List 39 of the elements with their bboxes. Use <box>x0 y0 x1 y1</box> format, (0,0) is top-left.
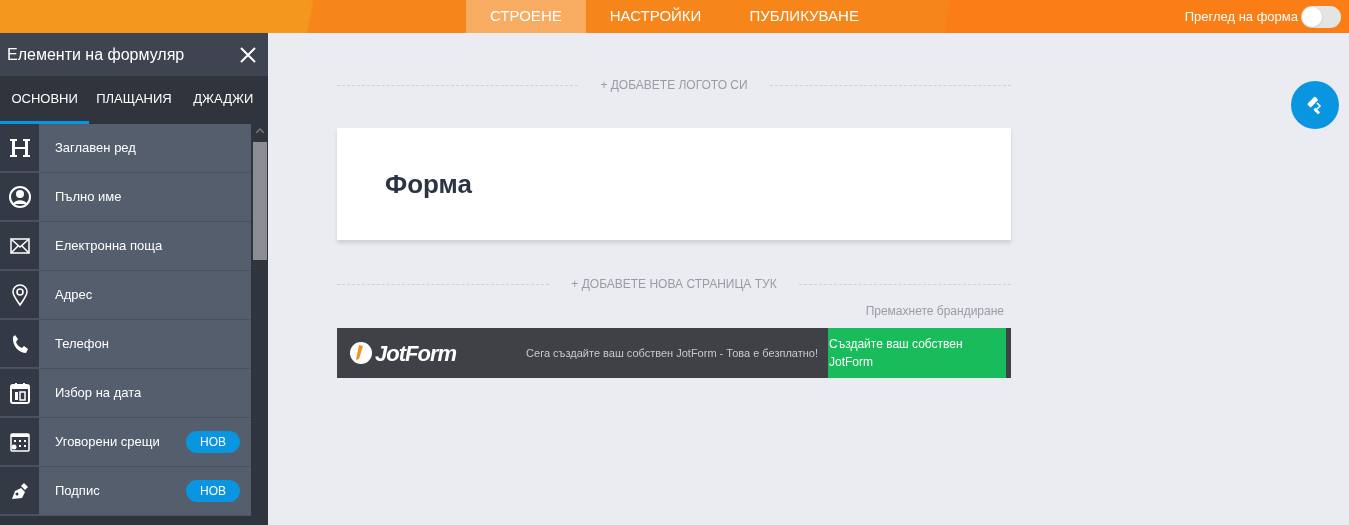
promo-text: Сега създайте ваш собствен JotForm - Това е безплатно! <box>526 345 818 361</box>
pen-nib-icon <box>9 480 30 501</box>
element-label: Адрес <box>55 286 93 305</box>
heading-icon <box>8 136 31 159</box>
element-item[interactable]: Пълно име <box>0 173 251 222</box>
element-item[interactable]: Адрес <box>0 271 251 320</box>
sidebar-tab[interactable]: ПЛАЩАНИЯ <box>89 76 179 124</box>
element-label: Подпис <box>55 482 100 501</box>
location-pin-icon <box>11 283 28 306</box>
element-label: Телефон <box>55 335 109 354</box>
element-item[interactable]: Телефон <box>0 320 251 369</box>
scroll-up-icon[interactable] <box>255 128 264 133</box>
envelope-icon <box>9 237 30 254</box>
element-item[interactable]: Заглавен ред <box>0 124 251 173</box>
element-label: Пълно име <box>55 188 122 207</box>
new-badge: НОВ <box>186 431 240 453</box>
element-item[interactable]: Електронна поща <box>0 222 251 271</box>
sidebar-tab[interactable]: ДЖАДЖИ <box>178 76 268 124</box>
element-item[interactable]: Подпис НОВ <box>0 467 251 516</box>
calendar-icon <box>9 381 30 404</box>
element-label: Заглавен ред <box>55 139 136 158</box>
element-label: Уговорени срещи <box>55 433 160 452</box>
user-icon <box>8 185 31 208</box>
close-icon[interactable] <box>240 46 256 63</box>
element-item[interactable]: Избор на дата <box>0 369 251 418</box>
preview-toggle[interactable] <box>1301 5 1341 28</box>
element-item[interactable]: Уговорени срещи НОВ <box>0 418 251 467</box>
phone-icon <box>10 333 29 354</box>
element-label: Избор на дата <box>55 384 142 403</box>
preview-label: Преглед на форма <box>1184 7 1298 26</box>
logo-icon <box>350 342 372 364</box>
calendar-icon <box>9 431 30 452</box>
paint-roller-button[interactable] <box>1291 81 1339 129</box>
scrollbar-thumb[interactable] <box>252 142 267 260</box>
form-title[interactable]: Форма <box>385 164 472 204</box>
sidebar-title: Елементи на формуляр <box>7 44 185 65</box>
element-label: Електронна поща <box>55 237 163 256</box>
logo-text: JotForm <box>375 339 456 368</box>
new-badge: НОВ <box>186 480 240 502</box>
